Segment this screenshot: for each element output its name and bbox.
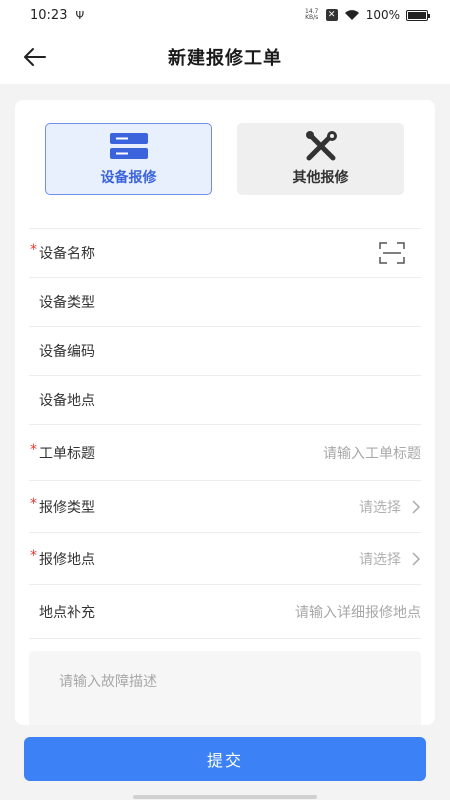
chevron-right-icon [412, 499, 421, 514]
arrow-left-icon [24, 48, 46, 66]
tab-other-label: 其他报修 [292, 170, 349, 186]
notification-x-icon: ✕ [325, 9, 338, 21]
repair-type-select[interactable]: 请选择 [359, 497, 421, 517]
fault-description-placeholder: 请输入故障描述 [59, 674, 157, 690]
status-left: 10:23 Ψ [30, 8, 84, 23]
ticket-title-row[interactable]: * 工单标题 请输入工单标题 [29, 424, 421, 480]
repair-location-placeholder: 请选择 [359, 551, 401, 568]
page-title: 新建报修工单 [168, 48, 282, 69]
net-speed: 14.7 KB/s [304, 9, 320, 21]
scan-icon [379, 242, 405, 264]
device-name-row[interactable]: * 设备名称 [29, 228, 421, 277]
tab-device-repair[interactable]: 设备报修 [45, 123, 212, 195]
repair-location-label: * 报修地点 [30, 547, 95, 568]
device-name-label: * 设备名称 [30, 242, 95, 262]
home-indicator [133, 795, 317, 799]
back-button[interactable] [18, 41, 52, 73]
device-location-label: 设备地点 [39, 393, 95, 409]
chevron-right-icon [412, 551, 421, 566]
ticket-title-input[interactable]: 请输入工单标题 [323, 443, 421, 463]
location-extra-row[interactable]: 地点补充 请输入详细报修地点 [29, 584, 421, 639]
server-icon [109, 131, 149, 161]
repair-type-row[interactable]: * 报修类型 请选择 [29, 480, 421, 532]
fault-description-input[interactable]: 请输入故障描述 [29, 651, 421, 725]
repair-location-select[interactable]: 请选择 [359, 549, 421, 569]
submit-button[interactable]: 提交 [24, 737, 426, 781]
repair-form: * 设备名称 设备类型 设备编码 设备地点 * 工单标题 请输入工单标题 * 报修类型 [29, 228, 421, 639]
required-mark: * [30, 495, 37, 512]
battery-text: 100% [365, 8, 400, 22]
device-type-label: 设备类型 [39, 295, 95, 311]
battery-icon [406, 9, 430, 21]
ticket-title-label: * 工单标题 [30, 441, 95, 462]
location-extra-input[interactable]: 请输入详细报修地点 [295, 602, 421, 622]
required-mark: * [30, 441, 37, 458]
net-speed-unit: KB/s [305, 14, 319, 21]
tab-other-repair[interactable]: 其他报修 [237, 123, 404, 195]
scan-button[interactable] [379, 242, 405, 264]
tools-icon [301, 131, 341, 161]
usb-icon: Ψ [75, 8, 85, 22]
device-type-row: 设备类型 [29, 277, 421, 326]
device-code-row: 设备编码 [29, 326, 421, 375]
tab-device-label: 设备报修 [100, 170, 157, 186]
required-mark: * [30, 242, 37, 258]
repair-location-row[interactable]: * 报修地点 请选择 [29, 532, 421, 584]
status-time: 10:23 [30, 7, 68, 23]
repair-type-label: * 报修类型 [30, 495, 95, 516]
form-card: 设备报修 其他报修 * 设备名称 设备类型 设备编码 设备地点 * 工单标题 请… [15, 100, 435, 725]
status-right: 14.7 KB/s ✕ 100% [304, 8, 430, 22]
location-extra-label: 地点补充 [39, 604, 95, 621]
required-mark: * [30, 547, 37, 564]
wifi-icon [344, 10, 359, 20]
nav-bar: 新建报修工单 [0, 30, 450, 84]
repair-type-placeholder: 请选择 [359, 499, 401, 516]
device-code-label: 设备编码 [39, 344, 95, 360]
status-bar: 10:23 Ψ 14.7 KB/s ✕ 100% [0, 0, 450, 30]
device-location-row: 设备地点 [29, 375, 421, 424]
